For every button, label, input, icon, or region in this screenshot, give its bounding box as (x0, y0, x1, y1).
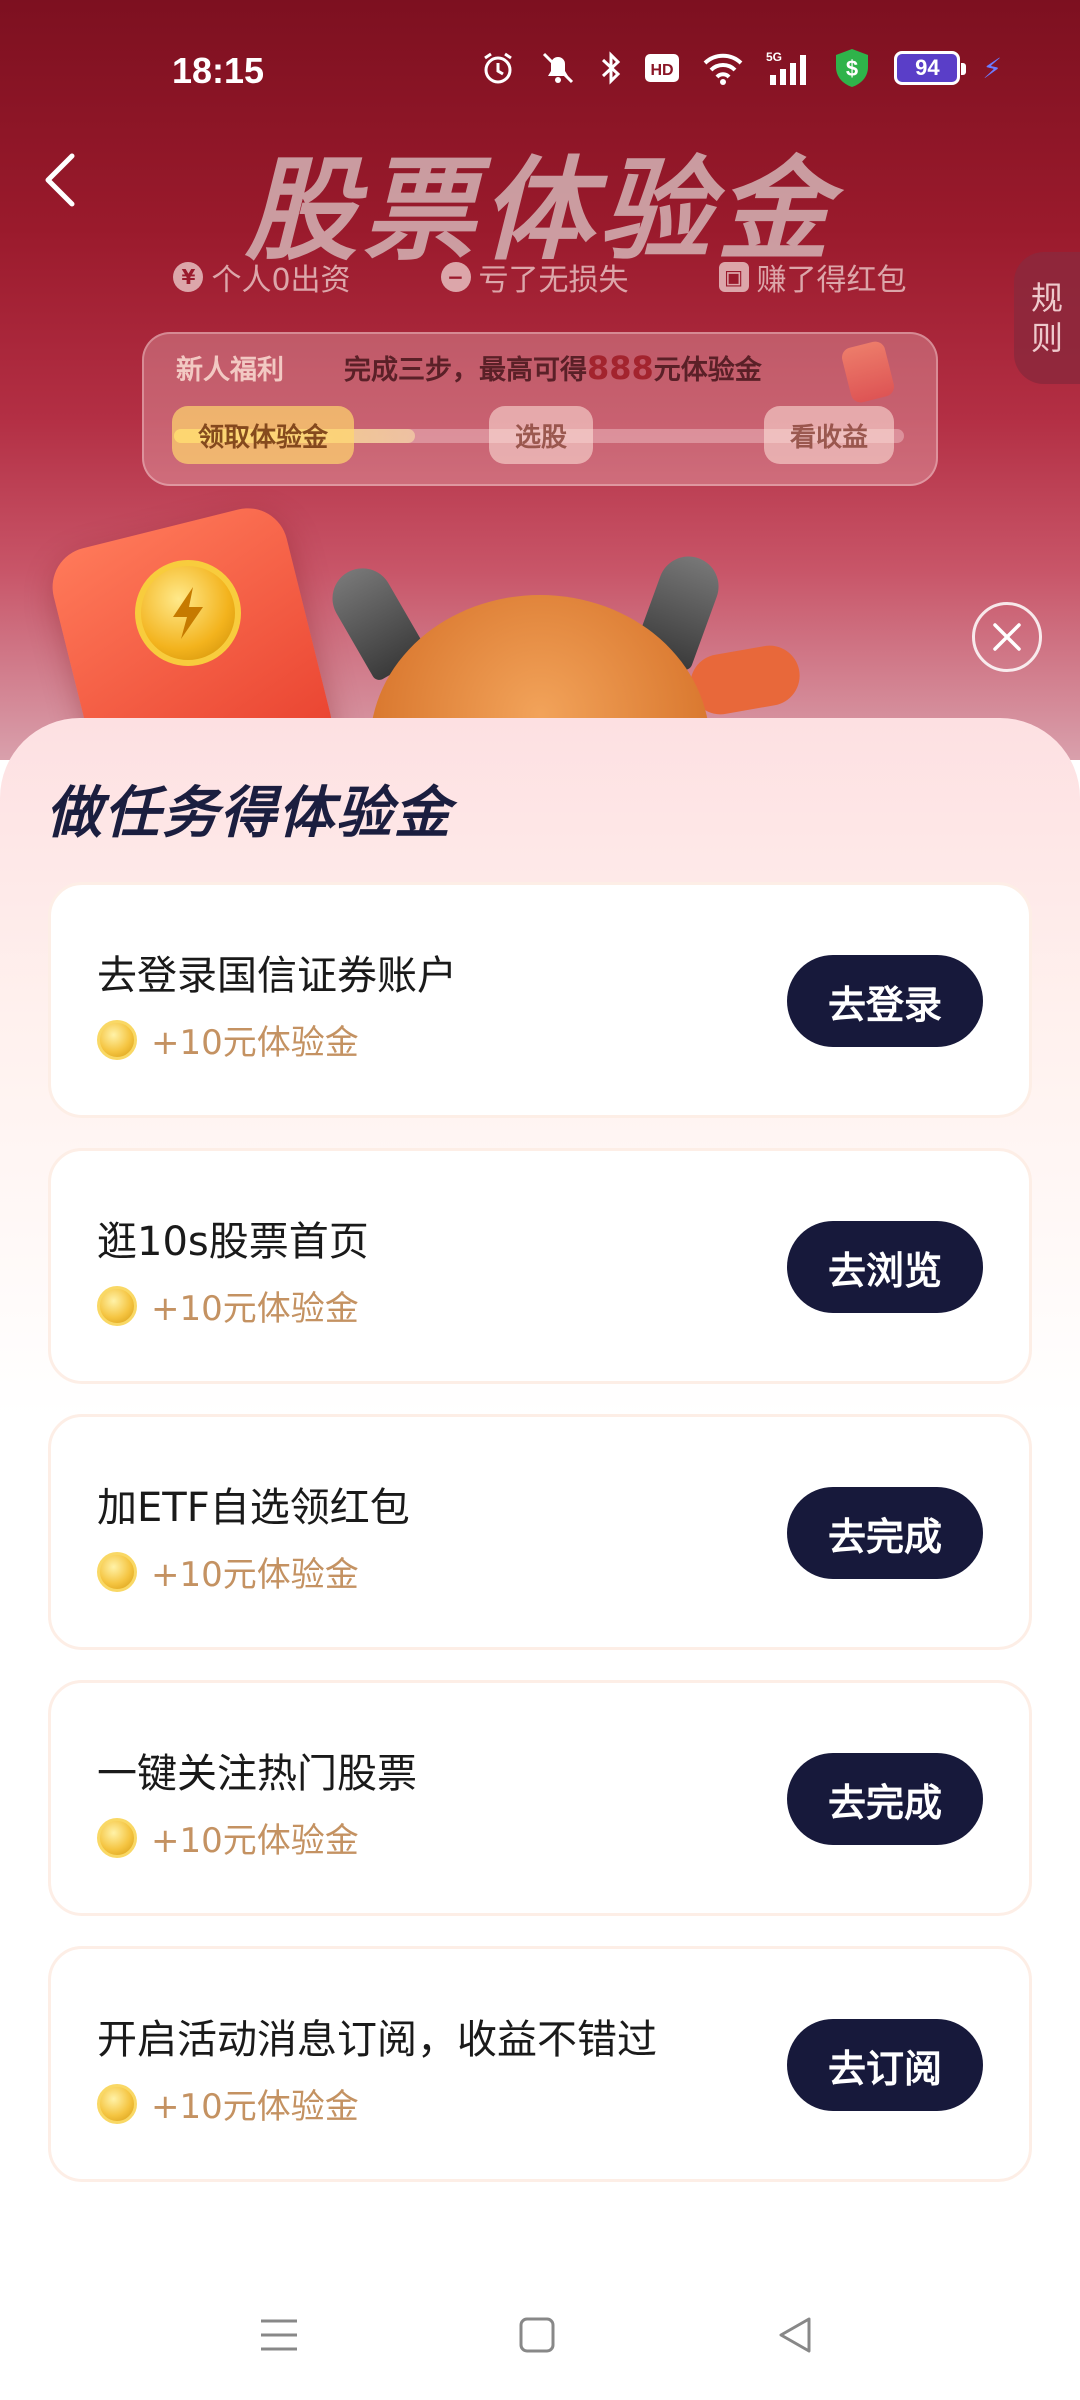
task-reward: +10元体验金 (97, 1547, 359, 1596)
rules-button[interactable]: 规 则 (1014, 252, 1080, 384)
task-card: 一键关注热门股票 +10元体验金 去完成 (48, 1680, 1032, 1916)
hero-banner: 18:15 HD 5G $ 94 ⚡ 股票体验金 ¥ 个人0出资 − 亏了无损失… (0, 0, 1080, 760)
task-reward: +10元体验金 (97, 1281, 359, 1330)
hero-tag-label: 个人0出资 (211, 263, 351, 298)
bluetooth-icon (600, 50, 622, 86)
status-time: 18:15 (172, 50, 265, 91)
back-nav-button[interactable] (760, 2300, 830, 2370)
task-title: 开启活动消息订阅，收益不错过 (97, 2017, 657, 2063)
newbie-benefit-card: 新人福利 完成三步，最高可得888元体验金 领取体验金 选股 看收益 (142, 332, 938, 486)
task-title: 一键关注热门股票 (97, 1751, 417, 1797)
step-view-earnings[interactable]: 看收益 (764, 406, 895, 464)
red-packet-icon (839, 339, 897, 405)
task-reward-label: +10元体验金 (151, 1555, 359, 1595)
rules-label: 规 (1030, 279, 1063, 317)
hero-tags: ¥ 个人0出资 − 亏了无损失 ▣ 赚了得红包 (0, 255, 1080, 299)
coin-icon (97, 1019, 137, 1060)
hero-tag-no-loss: − 亏了无损失 (440, 255, 629, 299)
menu-button[interactable] (244, 2300, 314, 2370)
close-button[interactable] (972, 602, 1042, 672)
mute-icon (538, 50, 578, 86)
step-pick-stock[interactable]: 选股 (489, 406, 594, 464)
newbie-desc-prefix: 完成三步，最高可得 (344, 355, 587, 386)
security-shield-icon: $ (832, 47, 872, 89)
browse-button[interactable]: 去浏览 (787, 1221, 983, 1313)
home-square-icon (519, 2317, 555, 2353)
subscribe-button[interactable]: 去订阅 (787, 2019, 983, 2111)
back-triangle-icon (779, 2317, 811, 2353)
battery-indicator: 94 (894, 51, 967, 85)
close-icon (993, 623, 1021, 651)
task-card: 开启活动消息订阅，收益不错过 +10元体验金 去订阅 (48, 1946, 1032, 2182)
step-claim[interactable]: 领取体验金 (172, 406, 355, 464)
task-reward-label: +10元体验金 (151, 2087, 359, 2127)
hero-tag-red-packet: ▣ 赚了得红包 (718, 255, 907, 299)
task-reward-label: +10元体验金 (151, 1023, 359, 1063)
task-card: 加ETF自选领红包 +10元体验金 去完成 (48, 1414, 1032, 1650)
charging-bolt-icon: ⚡ (982, 51, 1002, 85)
hd-icon: HD (644, 53, 680, 83)
battery-level: 94 (915, 55, 940, 80)
login-button[interactable]: 去登录 (787, 955, 983, 1047)
newbie-desc-suffix: 元体验金 (653, 355, 762, 386)
task-title: 逛10s股票首页 (97, 1219, 369, 1265)
task-card: 逛10s股票首页 +10元体验金 去浏览 (48, 1148, 1032, 1384)
svg-text:HD: HD (651, 62, 674, 79)
complete-button[interactable]: 去完成 (787, 1487, 983, 1579)
newbie-desc-amount: 888 (587, 349, 654, 387)
task-sheet: 做任务得体验金 去登录国信证券账户 +10元体验金 去登录 逛10s股票首页 +… (0, 718, 1080, 2400)
complete-button[interactable]: 去完成 (787, 1753, 983, 1845)
rules-label: 则 (1030, 319, 1063, 357)
task-card: 去登录国信证券账户 +10元体验金 去登录 (48, 882, 1032, 1118)
newbie-label: 新人福利 (176, 355, 284, 386)
task-reward: +10元体验金 (97, 1813, 359, 1862)
wifi-icon (702, 51, 744, 85)
task-reward: +10元体验金 (97, 2079, 359, 2128)
alarm-icon (480, 50, 516, 86)
home-button[interactable] (502, 2300, 572, 2370)
system-nav-bar (0, 2270, 1080, 2400)
svg-text:$: $ (846, 56, 858, 81)
task-title: 加ETF自选领红包 (97, 1485, 410, 1531)
task-reward: +10元体验金 (97, 1015, 359, 1064)
coin-icon (97, 1285, 137, 1326)
hero-tag-no-cost: ¥ 个人0出资 (173, 255, 351, 299)
cellular-signal-icon: 5G (766, 49, 810, 87)
minus-icon: − (440, 262, 471, 292)
task-reward-label: +10元体验金 (151, 1289, 359, 1329)
coin-icon (97, 1551, 137, 1592)
coin-icon (97, 2083, 137, 2124)
status-icons: HD 5G $ 94 ⚡ (480, 46, 1002, 90)
hero-tag-label: 亏了无损失 (478, 263, 629, 298)
newbie-description: 完成三步，最高可得888元体验金 (344, 348, 762, 387)
menu-icon (261, 2319, 297, 2351)
yuan-icon: ¥ (173, 262, 204, 292)
network-type: 5G (766, 50, 782, 64)
task-title: 去登录国信证券账户 (97, 953, 457, 999)
lightning-coin-icon (135, 560, 241, 666)
hero-tag-label: 赚了得红包 (756, 263, 907, 298)
status-bar: 18:15 HD 5G $ 94 ⚡ (0, 0, 1080, 140)
coin-icon (97, 1817, 137, 1858)
task-reward-label: +10元体验金 (151, 1821, 359, 1861)
sheet-title: 做任务得体验金 (46, 781, 452, 846)
gift-icon: ▣ (718, 262, 749, 292)
